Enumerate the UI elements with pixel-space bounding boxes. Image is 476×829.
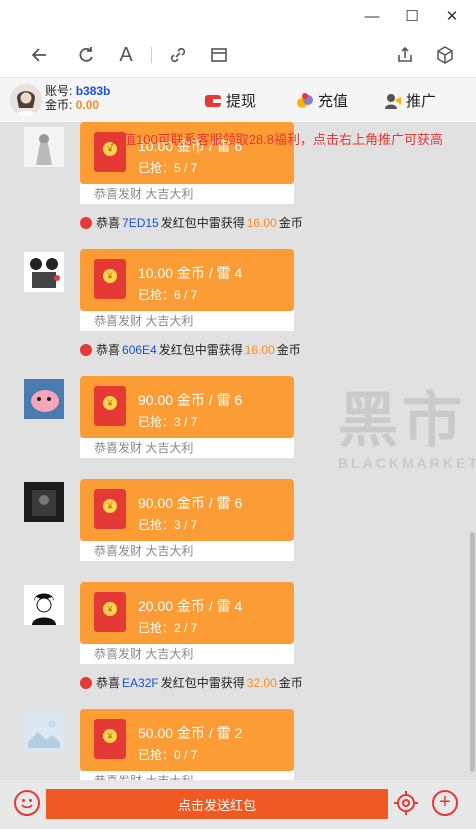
- close-button[interactable]: ✕: [432, 0, 472, 32]
- packet-wish: 恭喜发财 大吉大利: [80, 771, 294, 780]
- coins-icon: [296, 92, 314, 110]
- red-packet-bubble[interactable]: ¥ 90.00 金币 / 雷 6 已抢：3 / 7: [80, 376, 294, 438]
- notice-prefix: 恭喜: [96, 676, 121, 690]
- settings-icon[interactable]: [393, 790, 419, 816]
- packet-wish: 恭喜发财 大吉大利: [80, 311, 294, 331]
- user-avatar[interactable]: [24, 379, 64, 419]
- notice-text: 发红包中雷获得: [160, 676, 245, 690]
- recharge-button[interactable]: 充值: [296, 90, 348, 111]
- wallet-icon: [204, 92, 222, 110]
- user-avatar[interactable]: [24, 127, 64, 167]
- red-packet-bubble[interactable]: ¥ 20.00 金币 / 雷 4 已抢：2 / 7: [80, 582, 294, 644]
- notice-icon: [80, 216, 92, 229]
- watermark: 黑市 BLACKMARKET: [338, 372, 476, 471]
- link-icon[interactable]: [165, 42, 191, 68]
- bottom-bar: 点击发送红包 +: [0, 780, 476, 829]
- notice-user-code: EA32F: [122, 675, 159, 690]
- notice-text: 发红包中雷获得: [160, 216, 245, 230]
- packet-amount: 90.00 金币 / 雷 6: [138, 495, 243, 511]
- back-icon[interactable]: [27, 42, 53, 68]
- packet-grabbed: 已抢：6 / 7: [138, 288, 198, 302]
- red-envelope-icon: ¥: [94, 719, 126, 759]
- user-avatar[interactable]: [24, 482, 64, 522]
- gold-label: 金币:: [45, 98, 73, 112]
- promote-label: 推广: [406, 93, 437, 110]
- packet-grabbed: 已抢：5 / 7: [138, 161, 198, 175]
- notice-gold: 32.00: [246, 675, 277, 690]
- withdraw-button[interactable]: 提现: [204, 90, 256, 111]
- browser-toolbar: A: [0, 32, 476, 78]
- account-label: 账号:: [45, 84, 73, 98]
- red-envelope-icon: ¥: [94, 592, 126, 632]
- packet-amount: 50.00 金币 / 雷 2: [138, 725, 243, 741]
- announcement-marquee: 充值100可联系客服领取28.8福利，点击右上角推广可获高: [110, 132, 443, 147]
- notice-text: 发红包中雷获得: [158, 343, 243, 357]
- add-button[interactable]: +: [432, 790, 458, 816]
- packet-grabbed: 已抢：0 / 7: [138, 748, 198, 762]
- share-icon[interactable]: [392, 42, 418, 68]
- watermark-title: 黑市: [338, 387, 466, 454]
- notice-user-code: 7ED15: [122, 215, 159, 230]
- red-envelope-icon: ¥: [94, 259, 126, 299]
- refresh-icon[interactable]: [73, 42, 99, 68]
- packet-grabbed: 已抢：2 / 7: [138, 621, 198, 635]
- maximize-button[interactable]: ☐: [392, 0, 432, 32]
- promote-icon: [384, 92, 402, 110]
- red-envelope-icon: ¥: [94, 386, 126, 426]
- notice-gold: 16.00: [244, 342, 275, 357]
- account-info: 账号: b383b 金币: 0.00: [45, 84, 110, 112]
- packet-wish: 恭喜发财 大吉大利: [80, 541, 294, 561]
- watermark-subtitle: BLACKMARKET: [338, 455, 476, 471]
- red-packet-bubble[interactable]: ¥ 90.00 金币 / 雷 6 已抢：3 / 7: [80, 479, 294, 541]
- chat-area[interactable]: 充值100可联系客服领取28.8福利，点击右上角推广可获高 黑市 BLACKMA…: [0, 122, 476, 780]
- win-notice: 恭喜 606E4 发红包中雷获得 16.00 金币: [80, 341, 301, 358]
- notice-icon: [80, 676, 92, 689]
- title-bar: — ☐ ✕: [0, 0, 476, 32]
- minimize-button[interactable]: —: [352, 0, 392, 32]
- packet-amount: 90.00 金币 / 雷 6: [138, 392, 243, 408]
- avatar[interactable]: [10, 84, 42, 116]
- packet-grabbed: 已抢：3 / 7: [138, 518, 198, 532]
- user-avatar[interactable]: [24, 252, 64, 292]
- notice-prefix: 恭喜: [96, 216, 121, 230]
- win-notice: 恭喜 EA32F 发红包中雷获得 32.00 金币: [80, 674, 303, 691]
- red-packet-bubble[interactable]: ¥ 10.00 金币 / 雷 4 已抢：6 / 7: [80, 249, 294, 311]
- notice-icon: [80, 343, 92, 356]
- gold-value: 0.00: [75, 98, 100, 112]
- withdraw-label: 提现: [226, 93, 257, 110]
- recharge-label: 充值: [318, 93, 349, 110]
- notice-user-code: 606E4: [122, 342, 157, 357]
- user-avatar[interactable]: [24, 712, 64, 752]
- promote-button[interactable]: 推广: [384, 90, 436, 111]
- packet-amount: 20.00 金币 / 雷 4: [138, 598, 243, 614]
- font-size-icon[interactable]: A: [113, 42, 139, 68]
- red-packet-bubble[interactable]: ¥ 50.00 金币 / 雷 2 已抢：0 / 7: [80, 709, 294, 771]
- packet-wish: 恭喜发财 大吉大利: [80, 644, 294, 664]
- notice-suffix: 金币: [278, 216, 303, 230]
- packet-wish: 恭喜发财 大吉大利: [80, 438, 294, 458]
- emoji-button[interactable]: [14, 790, 40, 816]
- notice-prefix: 恭喜: [96, 343, 121, 357]
- cube-icon[interactable]: [432, 42, 458, 68]
- packet-wish: 恭喜发财 大吉大利: [80, 184, 294, 204]
- window-icon[interactable]: [206, 42, 232, 68]
- notice-suffix: 金币: [276, 343, 301, 357]
- toolbar-divider: [151, 47, 152, 63]
- packet-grabbed: 已抢：3 / 7: [138, 415, 198, 429]
- notice-gold: 16.00: [246, 215, 277, 230]
- scrollbar[interactable]: [470, 532, 475, 772]
- send-red-packet-button[interactable]: 点击发送红包: [46, 789, 388, 819]
- user-avatar[interactable]: [24, 585, 64, 625]
- account-bar: 账号: b383b 金币: 0.00 提现 充值 推广: [0, 78, 476, 122]
- packet-amount: 10.00 金币 / 雷 4: [138, 265, 243, 281]
- win-notice: 恭喜 7ED15 发红包中雷获得 16.00 金币: [80, 214, 303, 231]
- red-envelope-icon: ¥: [94, 489, 126, 529]
- account-value: b383b: [75, 84, 111, 98]
- notice-suffix: 金币: [278, 676, 303, 690]
